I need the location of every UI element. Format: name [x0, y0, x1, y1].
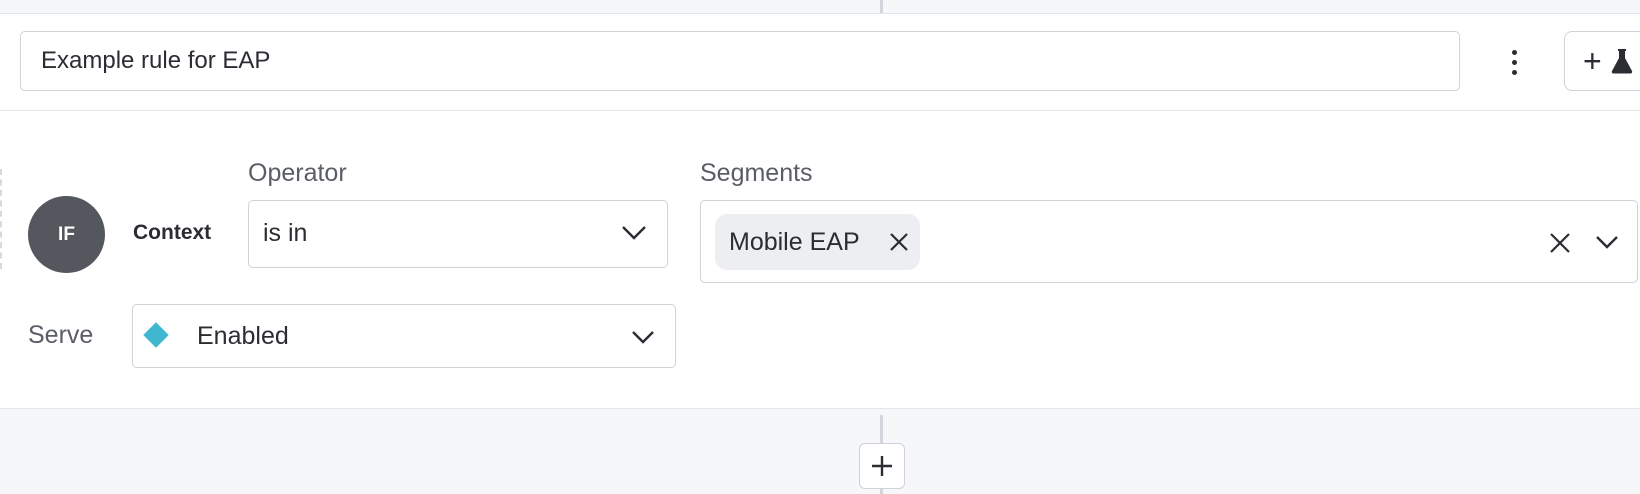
operator-select[interactable]: is in [248, 200, 668, 268]
serve-select[interactable]: Enabled [132, 304, 676, 368]
add-rule-button[interactable] [859, 443, 905, 489]
if-badge: IF [28, 196, 105, 273]
rule-name-input[interactable] [20, 31, 1460, 91]
close-icon[interactable] [889, 232, 909, 252]
rule-header: + [0, 14, 1640, 111]
segment-chip-label: Mobile EAP [729, 227, 860, 256]
serve-label: Serve [28, 321, 94, 349]
chevron-down-icon [632, 331, 654, 344]
drag-edge [0, 169, 2, 269]
clear-selection-icon[interactable] [1549, 232, 1571, 254]
segments-select[interactable]: Mobile EAP [700, 200, 1638, 283]
chevron-down-icon [1596, 236, 1618, 249]
chevron-down-icon [622, 226, 646, 240]
plus-icon: + [1583, 43, 1602, 79]
plus-icon [872, 456, 892, 476]
serve-value: Enabled [197, 322, 289, 350]
segment-chip: Mobile EAP [715, 214, 920, 270]
operator-value: is in [263, 219, 308, 247]
rule-connector-top [880, 0, 883, 13]
operator-label: Operator [248, 159, 347, 187]
kebab-icon [1511, 49, 1517, 55]
more-options-button[interactable] [1502, 48, 1526, 76]
add-experiment-button[interactable]: + [1564, 31, 1640, 91]
segments-label: Segments [700, 159, 813, 187]
context-label: Context [133, 221, 212, 244]
flask-icon [1611, 49, 1632, 74]
top-band [0, 0, 1640, 14]
